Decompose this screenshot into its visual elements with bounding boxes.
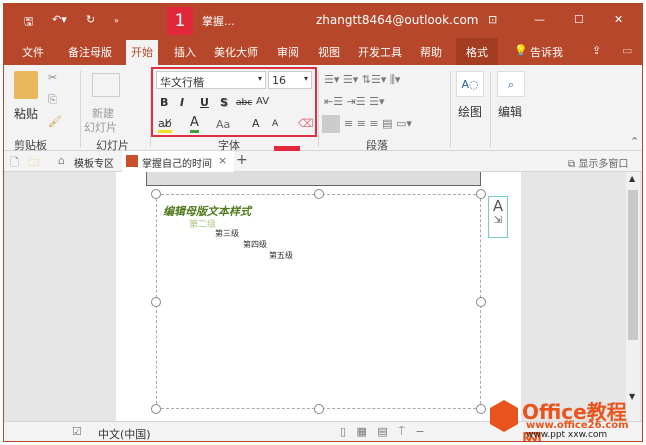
bullets-icon[interactable]: ☰▾ ☰▾ ⇅☰▾ ⫼▾ bbox=[324, 73, 400, 87]
collapse-ribbon-icon[interactable]: ⌃ bbox=[630, 135, 639, 148]
undo-icon[interactable]: ↶▾ bbox=[52, 13, 67, 26]
level-4-text: 第四级 bbox=[243, 240, 267, 249]
watermark: Office教程网 www.office26.com www.ppt xxw.c… bbox=[490, 396, 642, 441]
level-5-text: 第五级 bbox=[269, 251, 293, 260]
home-icon[interactable]: ⌂ bbox=[58, 154, 65, 167]
show-windows-label: 显示多窗口 bbox=[578, 159, 629, 170]
tab-help[interactable]: 帮助 bbox=[420, 44, 442, 60]
document-tab[interactable]: 掌握自己的时间 × bbox=[122, 151, 234, 172]
tab-insert[interactable]: 插入 bbox=[174, 44, 196, 60]
tab-format[interactable]: 格式 bbox=[456, 38, 498, 65]
customize-icon[interactable]: » bbox=[114, 16, 119, 25]
level-2-text: 第二级 bbox=[189, 220, 217, 230]
accessibility-icon[interactable]: ☑ bbox=[72, 425, 82, 438]
close-button[interactable]: ✕ bbox=[614, 13, 623, 26]
show-windows-button[interactable]: ⧉ 显示多窗口 bbox=[568, 155, 628, 170]
tab-review[interactable]: 审阅 bbox=[277, 44, 299, 60]
resize-handle[interactable] bbox=[476, 297, 486, 307]
redo-icon[interactable]: ↻ bbox=[86, 13, 95, 26]
tab-developer[interactable]: 开发工具 bbox=[358, 44, 402, 60]
new-slide-label-2[interactable]: 幻灯片 bbox=[84, 119, 117, 135]
resize-handle[interactable] bbox=[151, 297, 161, 307]
close-tab-icon[interactable]: × bbox=[218, 154, 227, 167]
separator bbox=[318, 71, 319, 147]
language-indicator[interactable]: 中文(中国) bbox=[98, 426, 151, 441]
paste-icon[interactable] bbox=[14, 71, 38, 99]
tab-notes-master[interactable]: 备注母版 bbox=[68, 44, 112, 60]
expand-arrow-icon: ⇲ bbox=[493, 215, 503, 226]
separator bbox=[490, 71, 491, 147]
folder-icon[interactable]: 🗀 bbox=[28, 154, 39, 173]
tab-file[interactable]: 文件 bbox=[22, 44, 44, 60]
search-icon[interactable]: ⌕ bbox=[497, 71, 525, 97]
template-tab[interactable]: 模板专区 bbox=[74, 155, 114, 170]
office-logo-icon bbox=[490, 400, 518, 432]
ppt-icon bbox=[126, 155, 138, 167]
copy-icon[interactable]: ⎘ bbox=[48, 93, 57, 107]
view-buttons[interactable]: ▯ ▦ ▤ ⍑ − bbox=[340, 425, 425, 439]
document-tabs: 🗋 🗀 ⌂ 模板专区 掌握自己的时间 × + ⧉ 显示多窗口 bbox=[4, 151, 642, 172]
save-icon[interactable]: 🖫 bbox=[24, 13, 33, 32]
slide-canvas: 编辑母版文本样式 第二级 第三级 第四级 第五级 A ⇲ bbox=[116, 172, 521, 421]
resize-handle[interactable] bbox=[151, 189, 161, 199]
body-placeholder[interactable]: 编辑母版文本样式 第二级 第三级 第四级 第五级 bbox=[156, 194, 481, 409]
resize-handle[interactable] bbox=[314, 404, 324, 414]
font-highlight-box bbox=[151, 67, 317, 137]
level-3-text: 第三级 bbox=[215, 229, 239, 238]
watermark-url-2: www.ppt xxw.com bbox=[526, 430, 608, 440]
scroll-up-icon[interactable]: ▲ bbox=[629, 174, 635, 183]
font-format-letter: A bbox=[492, 197, 504, 215]
tab-view[interactable]: 视图 bbox=[318, 44, 340, 60]
tab-home[interactable]: 开始 bbox=[126, 40, 158, 65]
separator bbox=[450, 71, 451, 147]
ribbon-tabs: 文件 备注母版 开始 插入 美化大师 审阅 视图 开发工具 帮助 格式 💡 告诉… bbox=[4, 38, 642, 65]
resize-handle[interactable] bbox=[476, 189, 486, 199]
indent-icons[interactable]: ⇤☰ ⇥☰ ☰▾ bbox=[324, 95, 385, 108]
powerpoint-window: 🖫 ↶▾ ↻ » 掌握... zhangtt8464@outlook.com ⊡… bbox=[3, 3, 643, 442]
new-tab-button[interactable]: + bbox=[236, 152, 248, 168]
resize-handle[interactable] bbox=[314, 189, 324, 199]
ribbon: 粘贴 ✂ ⎘ 🖌 剪贴板 新建 幻灯片 幻灯片 华文行楷 ▾ 16 ▾ B I U … bbox=[4, 65, 642, 152]
align-left-icon[interactable] bbox=[322, 115, 340, 133]
layout-options-button[interactable]: A ⇲ bbox=[488, 196, 508, 238]
tab-beautify[interactable]: 美化大师 bbox=[214, 44, 258, 60]
ribbon-display-icon[interactable]: ⊡ bbox=[488, 13, 497, 26]
new-doc-icon[interactable]: 🗋 bbox=[10, 154, 19, 173]
drawing-button[interactable]: 绘图 bbox=[458, 103, 482, 120]
format-painter-icon[interactable]: 🖌 bbox=[48, 115, 62, 128]
lightbulb-icon: 💡 bbox=[514, 44, 528, 57]
scroll-thumb[interactable] bbox=[628, 190, 638, 340]
header-placeholder[interactable] bbox=[146, 172, 481, 186]
new-slide-icon[interactable] bbox=[92, 73, 120, 97]
resize-handle[interactable] bbox=[151, 404, 161, 414]
cut-icon[interactable]: ✂ bbox=[48, 71, 57, 84]
tell-me[interactable]: 告诉我 bbox=[530, 44, 563, 60]
document-tab-label: 掌握自己的时间 bbox=[142, 159, 212, 170]
editing-button[interactable]: 编辑 bbox=[498, 103, 522, 120]
share-icon[interactable]: ⇪ bbox=[592, 44, 601, 57]
comment-icon[interactable]: ▭ bbox=[622, 44, 632, 57]
alignment-icons[interactable]: ≡ ≡ ≡ ▤ ▭▾ bbox=[344, 117, 412, 130]
vertical-scrollbar[interactable]: ▲ ▼ bbox=[626, 172, 640, 421]
account-name[interactable]: zhangtt8464@outlook.com bbox=[316, 13, 479, 27]
minimize-button[interactable]: — bbox=[534, 13, 545, 26]
step-badge-1: 1 bbox=[167, 7, 193, 35]
document-title: 掌握... bbox=[202, 15, 235, 28]
separator bbox=[80, 71, 81, 147]
paste-button[interactable]: 粘贴 bbox=[14, 105, 38, 122]
title-bar: 🖫 ↶▾ ↻ » 掌握... zhangtt8464@outlook.com ⊡… bbox=[4, 4, 642, 38]
resize-handle[interactable] bbox=[476, 404, 486, 414]
shapes-icon[interactable]: A◌ bbox=[456, 71, 484, 97]
maximize-button[interactable]: ☐ bbox=[574, 13, 584, 26]
